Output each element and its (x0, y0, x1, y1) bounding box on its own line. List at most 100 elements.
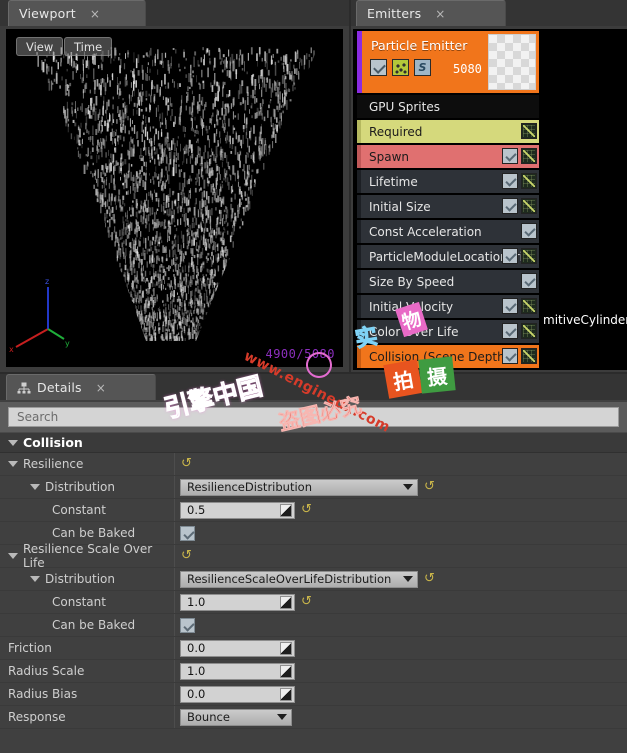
property-dropdown[interactable]: ResilienceDistribution (180, 479, 418, 496)
emitter-module-row[interactable]: Color Over Life (357, 320, 539, 343)
drag-handle-icon[interactable] (280, 504, 292, 517)
curve-editor-icon[interactable] (521, 248, 537, 264)
property-row[interactable]: Constant0.5↺ (0, 499, 627, 522)
viewport-render-area[interactable]: x z y View Time 4900/5080 (6, 29, 343, 367)
property-label: Distribution (45, 480, 115, 494)
emitter-material-thumbnail[interactable] (488, 34, 536, 90)
property-row[interactable]: Response Bounce (0, 706, 627, 729)
curve-editor-icon[interactable] (521, 323, 537, 339)
property-scroll-area[interactable]: Collision Resilience↺DistributionResilie… (0, 432, 627, 753)
emitter-enabled-checkbox[interactable] (370, 59, 387, 76)
curve-editor-icon[interactable] (521, 148, 537, 164)
module-enabled-checkbox[interactable] (521, 273, 537, 289)
number-input[interactable]: 0.5 (180, 502, 295, 519)
emitter-module-label: Size By Speed (361, 275, 454, 289)
emitters-tabstrip: Emitters × (351, 0, 627, 26)
emitters-canvas[interactable]: Particle Emitter S 5080 GPU Sprites Requi… (353, 29, 627, 370)
property-value-cell: Bounce (175, 706, 627, 728)
module-enabled-checkbox[interactable] (502, 348, 518, 364)
module-enabled-checkbox[interactable] (502, 173, 518, 189)
module-enabled-checkbox[interactable] (521, 223, 537, 239)
tab-details-label: Details (37, 380, 82, 395)
number-input[interactable]: 0.0 (180, 686, 295, 703)
number-input[interactable]: 1.0 (180, 594, 295, 611)
property-row[interactable]: DistributionResilienceScaleOverLifeDistr… (0, 568, 627, 591)
drag-handle-icon[interactable] (280, 665, 292, 678)
curve-editor-icon[interactable] (521, 198, 537, 214)
reset-to-default-icon[interactable]: ↺ (300, 596, 313, 609)
drag-handle-icon[interactable] (280, 688, 292, 701)
category-collision[interactable]: Collision (0, 432, 627, 453)
chevron-down-icon[interactable] (30, 484, 40, 490)
property-row[interactable]: Distribution ResilienceDistribution ↺ (0, 476, 627, 499)
emitter-module-row[interactable]: GPU Sprites (357, 95, 539, 118)
viewport-view-button[interactable]: View (16, 37, 63, 56)
module-icon-group (502, 323, 537, 339)
search-input[interactable]: Search (8, 407, 619, 427)
property-value-cell: ↺ (175, 453, 627, 475)
property-label: Constant (52, 595, 106, 609)
property-value-cell: 0.0 (175, 637, 627, 659)
viewport-time-button[interactable]: Time (64, 37, 112, 56)
module-enabled-checkbox[interactable] (502, 323, 518, 339)
emitter-module-row[interactable]: Const Acceleration (357, 220, 539, 243)
property-row[interactable]: Friction0.0 (0, 637, 627, 660)
property-checkbox[interactable] (180, 526, 195, 541)
module-icon-group (502, 173, 537, 189)
property-row[interactable]: Resilience Scale Over Life↺ (0, 545, 627, 568)
property-value-cell: 0.0 (175, 683, 627, 705)
emitter-module-row[interactable]: ParticleModuleLocationPri (357, 245, 539, 268)
chevron-down-icon[interactable] (8, 553, 18, 559)
module-enabled-checkbox[interactable] (502, 148, 518, 164)
tab-viewport[interactable]: Viewport × (8, 0, 146, 26)
number-input[interactable]: 1.0 (180, 663, 295, 680)
curve-editor-icon[interactable] (521, 173, 537, 189)
tab-emitters[interactable]: Emitters × (356, 0, 506, 26)
reset-to-default-icon[interactable]: ↺ (180, 458, 193, 471)
drag-handle-icon[interactable] (280, 642, 292, 655)
emitter-module-row[interactable]: Required (357, 120, 539, 143)
property-row[interactable]: Constant 1.0 ↺ (0, 591, 627, 614)
emitter-particle-count: 5080 (453, 62, 482, 76)
drag-handle-icon[interactable] (280, 596, 292, 609)
reset-to-default-icon[interactable]: ↺ (300, 504, 313, 517)
reset-to-default-icon[interactable]: ↺ (423, 573, 436, 586)
emitter-module-row[interactable]: Spawn (357, 145, 539, 168)
emitter-module-row[interactable]: Initial Size (357, 195, 539, 218)
dropdown-value: ResilienceDistribution (187, 480, 312, 494)
number-input[interactable]: 0.0 (180, 640, 295, 657)
property-row[interactable]: Radius Bias0.0 (0, 683, 627, 706)
chevron-down-icon[interactable] (30, 576, 40, 582)
close-icon[interactable]: × (96, 382, 106, 394)
property-row[interactable]: Can be Baked (0, 614, 627, 637)
solo-icon[interactable]: S (414, 59, 431, 76)
property-value-cell (175, 614, 627, 636)
close-icon[interactable]: × (90, 8, 100, 20)
chevron-down-icon[interactable] (8, 461, 18, 467)
emitter-render-icon[interactable] (392, 59, 409, 76)
emitter-module-row[interactable]: Lifetime (357, 170, 539, 193)
module-enabled-checkbox[interactable] (502, 248, 518, 264)
emitter-module-row[interactable]: Initial Velocity (357, 295, 539, 318)
tab-details[interactable]: Details × (6, 374, 156, 400)
property-row[interactable]: Radius Scale1.0 (0, 660, 627, 683)
module-icon-group (521, 223, 537, 239)
curve-editor-icon[interactable] (521, 123, 537, 139)
curve-editor-icon[interactable] (521, 348, 537, 364)
svg-text:z: z (45, 277, 49, 286)
property-checkbox[interactable] (180, 618, 195, 633)
emitter-header[interactable]: Particle Emitter S 5080 (357, 31, 539, 93)
reset-to-default-icon[interactable]: ↺ (423, 481, 436, 494)
property-label: Response (8, 710, 66, 724)
reset-to-default-icon[interactable]: ↺ (180, 550, 193, 563)
emitter-module-row[interactable]: Size By Speed (357, 270, 539, 293)
module-enabled-checkbox[interactable] (502, 198, 518, 214)
property-dropdown[interactable]: Bounce (180, 709, 292, 726)
module-enabled-checkbox[interactable] (502, 298, 518, 314)
emitter-module-row[interactable]: Collision (Scene Depth) (357, 345, 539, 368)
emitter-module-label: Required (361, 125, 422, 139)
property-dropdown[interactable]: ResilienceScaleOverLifeDistribution (180, 571, 418, 588)
close-icon[interactable]: × (435, 8, 445, 20)
curve-editor-icon[interactable] (521, 298, 537, 314)
property-row[interactable]: Resilience↺ (0, 453, 627, 476)
